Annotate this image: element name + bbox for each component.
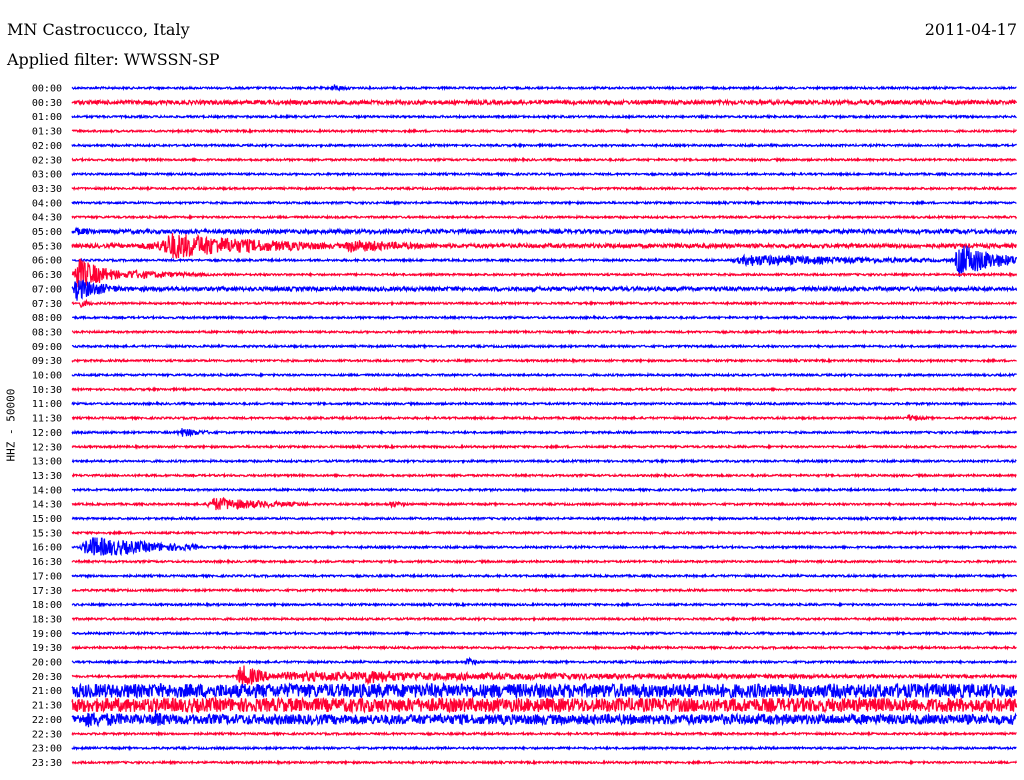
trace-47 bbox=[71, 759, 1018, 766]
trace-28 bbox=[71, 486, 1017, 494]
trace-40 bbox=[71, 656, 1017, 667]
row-label-41: 20:30 bbox=[32, 672, 62, 683]
trace-46 bbox=[71, 744, 1017, 752]
row-label-31: 15:30 bbox=[32, 528, 62, 539]
row-label-46: 23:00 bbox=[32, 744, 62, 755]
row-label-5: 02:30 bbox=[32, 155, 62, 166]
row-label-24: 12:00 bbox=[32, 428, 62, 439]
row-label-28: 14:00 bbox=[32, 485, 62, 496]
trace-11 bbox=[71, 233, 1018, 259]
row-label-10: 05:00 bbox=[32, 227, 62, 238]
trace-7 bbox=[71, 185, 1017, 192]
trace-37 bbox=[71, 615, 1017, 623]
trace-36 bbox=[71, 601, 1017, 608]
trace-45 bbox=[71, 730, 1017, 737]
trace-1 bbox=[71, 98, 1018, 107]
row-label-34: 17:00 bbox=[32, 571, 62, 582]
trace-17 bbox=[71, 328, 1018, 336]
row-label-11: 05:30 bbox=[32, 241, 62, 252]
row-label-32: 16:00 bbox=[32, 543, 62, 554]
row-label-6: 03:00 bbox=[32, 170, 62, 181]
row-label-45: 22:30 bbox=[32, 729, 62, 740]
row-label-20: 10:00 bbox=[32, 371, 62, 382]
row-label-14: 07:00 bbox=[32, 284, 62, 295]
trace-26 bbox=[71, 457, 1017, 465]
row-label-37: 18:30 bbox=[32, 614, 62, 625]
row-label-25: 12:30 bbox=[32, 442, 62, 453]
trace-12 bbox=[72, 245, 1018, 277]
row-label-36: 18:00 bbox=[32, 600, 62, 611]
trace-3 bbox=[71, 127, 1017, 135]
trace-20 bbox=[71, 371, 1017, 379]
trace-43 bbox=[71, 695, 1018, 714]
row-label-23: 11:30 bbox=[32, 414, 62, 425]
row-time-labels: 00:00 00:30 01:00 01:30 02:00 02:30 03:00 03:30… bbox=[32, 84, 62, 769]
row-label-26: 13:00 bbox=[32, 457, 62, 468]
row-label-12: 06:00 bbox=[32, 256, 62, 267]
trace-33 bbox=[71, 558, 1017, 565]
row-label-44: 22:00 bbox=[32, 715, 62, 726]
trace-32 bbox=[71, 537, 1017, 557]
trace-25 bbox=[71, 443, 1018, 450]
row-label-42: 21:00 bbox=[32, 686, 62, 697]
trace-30 bbox=[71, 515, 1017, 522]
trace-38 bbox=[71, 629, 1018, 637]
trace-16 bbox=[72, 314, 1018, 321]
trace-2 bbox=[71, 113, 1017, 121]
trace-14 bbox=[71, 279, 1018, 301]
trace-15 bbox=[71, 298, 1017, 308]
seismic-traces bbox=[71, 84, 1018, 766]
row-label-3: 01:30 bbox=[32, 127, 62, 138]
row-label-4: 02:00 bbox=[32, 141, 62, 152]
row-label-21: 10:30 bbox=[32, 385, 62, 396]
row-label-27: 13:30 bbox=[32, 471, 62, 482]
trace-18 bbox=[71, 343, 1017, 350]
trace-41 bbox=[71, 665, 1018, 689]
row-label-8: 04:00 bbox=[32, 198, 62, 209]
row-label-2: 01:00 bbox=[32, 112, 62, 123]
row-label-38: 19:00 bbox=[32, 629, 62, 640]
row-label-33: 16:30 bbox=[32, 557, 62, 568]
row-label-22: 11:00 bbox=[32, 399, 62, 410]
row-label-29: 14:30 bbox=[32, 500, 62, 511]
trace-35 bbox=[71, 587, 1018, 594]
row-label-30: 15:00 bbox=[32, 514, 62, 525]
trace-6 bbox=[71, 170, 1018, 178]
row-label-35: 17:30 bbox=[32, 586, 62, 597]
trace-9 bbox=[71, 213, 1018, 221]
row-label-16: 08:00 bbox=[32, 313, 62, 324]
trace-5 bbox=[71, 156, 1017, 164]
trace-29 bbox=[71, 496, 1018, 511]
row-label-43: 21:30 bbox=[32, 701, 62, 712]
trace-4 bbox=[71, 142, 1017, 149]
trace-27 bbox=[71, 472, 1017, 479]
row-label-18: 09:00 bbox=[32, 342, 62, 353]
row-label-39: 19:30 bbox=[32, 643, 62, 654]
row-label-19: 09:30 bbox=[32, 356, 62, 367]
trace-39 bbox=[71, 644, 1017, 651]
trace-42 bbox=[71, 681, 1018, 700]
trace-21 bbox=[71, 386, 1017, 393]
row-label-47: 23:30 bbox=[32, 758, 62, 769]
trace-44 bbox=[71, 709, 1017, 728]
trace-19 bbox=[71, 357, 1017, 364]
trace-23 bbox=[71, 414, 1017, 422]
row-label-1: 00:30 bbox=[32, 98, 62, 109]
trace-24 bbox=[71, 428, 1018, 438]
row-label-13: 06:30 bbox=[32, 270, 62, 281]
row-label-15: 07:30 bbox=[32, 299, 62, 310]
trace-34 bbox=[71, 572, 1018, 580]
row-label-7: 03:30 bbox=[32, 184, 62, 195]
row-label-40: 20:00 bbox=[32, 658, 62, 669]
row-label-0: 00:00 bbox=[32, 84, 62, 95]
trace-0 bbox=[71, 84, 1017, 92]
trace-8 bbox=[71, 199, 1017, 206]
trace-10 bbox=[71, 226, 1018, 236]
row-label-17: 08:30 bbox=[32, 327, 62, 338]
helicorder-plot: 00:00 00:30 01:00 01:30 02:00 02:30 03:00 03:30… bbox=[32, 84, 1018, 769]
row-label-9: 04:30 bbox=[32, 213, 62, 224]
trace-31 bbox=[71, 529, 1017, 537]
trace-22 bbox=[71, 400, 1017, 408]
